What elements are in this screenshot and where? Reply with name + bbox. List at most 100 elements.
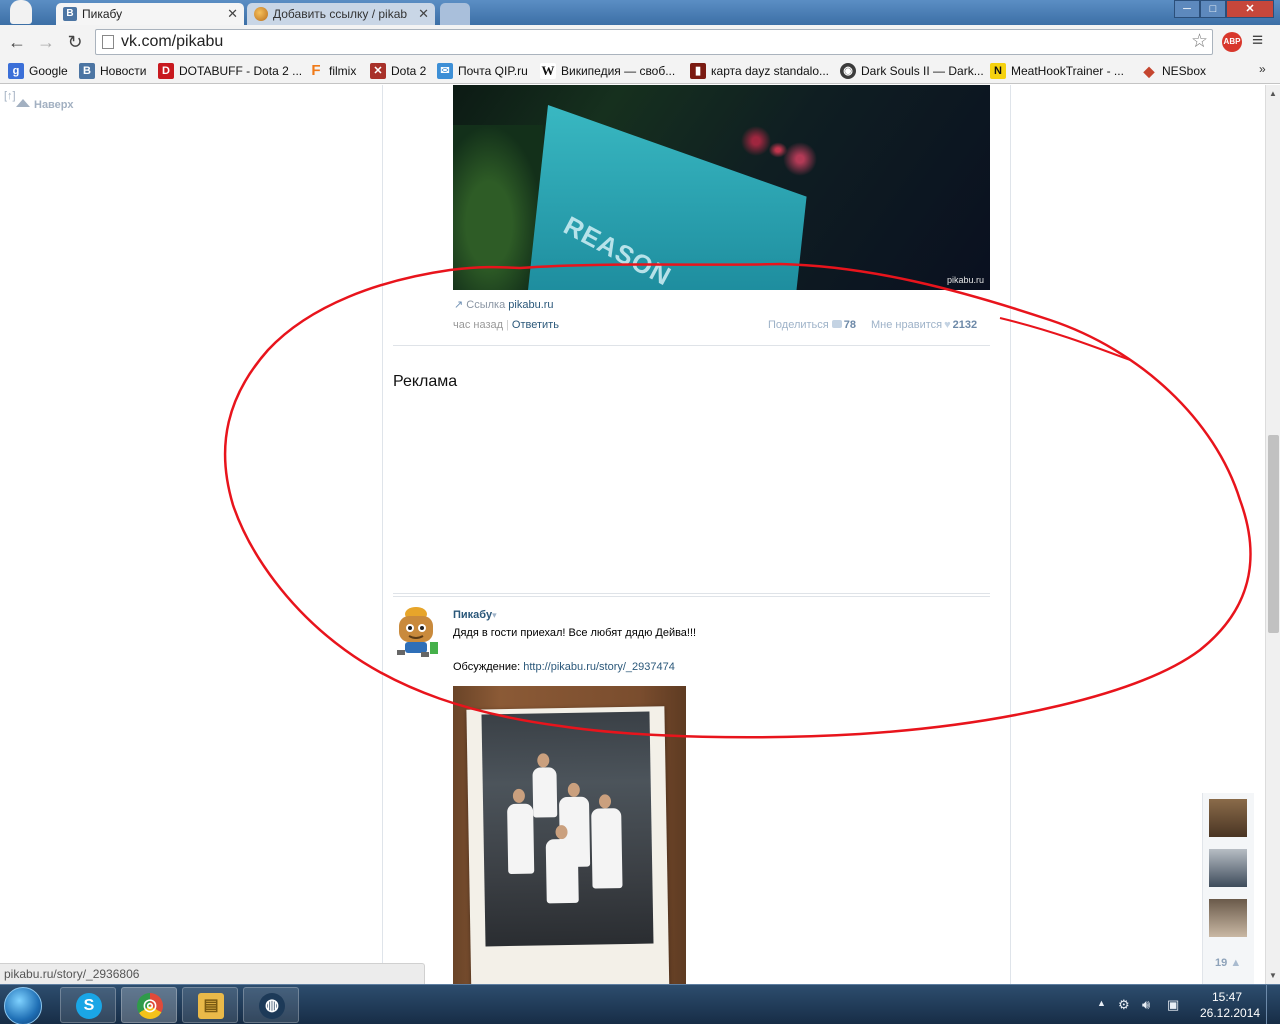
vertical-scrollbar[interactable]: ▲ ▼ — [1265, 85, 1280, 984]
tab-label: Пикабу — [82, 7, 123, 21]
bookmark-dotabuff[interactable]: D DOTABUFF - Dota 2 ... — [158, 62, 302, 80]
show-desktop-button[interactable] — [1266, 985, 1280, 1024]
close-window-button[interactable]: ✕ — [1226, 0, 1274, 18]
url-text[interactable]: vk.com/pikabu — [121, 33, 223, 51]
reload-icon[interactable]: ↻ — [63, 30, 87, 54]
scrollbar-thumb[interactable] — [1268, 435, 1279, 633]
chrome-menu-icon[interactable]: ≡ — [1252, 30, 1263, 52]
pikabu-icon — [254, 7, 268, 21]
bookmark-dota2[interactable]: ✕ Dota 2 — [370, 62, 426, 80]
forward-arrow-icon[interactable]: → — [34, 30, 58, 54]
person — [507, 803, 535, 875]
bookmark-meathook[interactable]: N MeatHookTrainer - ... — [990, 62, 1124, 80]
adblock-plus-icon[interactable]: ABP — [1222, 32, 1242, 52]
online-friends-panel: 19 ▲ — [1202, 793, 1254, 984]
post-photo[interactable]: REASON pikabu.ru — [453, 85, 990, 290]
bookmark-label: filmix — [329, 64, 357, 78]
discussion-link[interactable]: http://pikabu.ru/story/_2937474 — [523, 661, 675, 673]
bookmark-qip-mail[interactable]: ✉ Почта QIP.ru — [437, 62, 528, 80]
bookmark-dark-souls[interactable]: ◉ Dark Souls II — Dark... — [840, 62, 984, 80]
person-icon: ▲ — [1230, 957, 1242, 969]
like-button[interactable]: Мне нравится ♥ 2132 — [871, 319, 977, 331]
pikabu-avatar[interactable] — [391, 606, 441, 658]
like-count: 2132 — [952, 319, 978, 331]
bookmark-label: Dark Souls II — Dark... — [861, 64, 984, 78]
tab-label: Добавить ссылку / pikab — [273, 7, 408, 21]
clock-date[interactable]: 26.12.2014 — [1200, 1006, 1260, 1020]
scroll-top-bracket[interactable]: [↑] — [4, 90, 16, 102]
scroll-down-arrow-icon[interactable]: ▼ — [1269, 971, 1277, 980]
bookmarks-overflow-chevron-icon[interactable]: » — [1259, 62, 1266, 76]
clock-time[interactable]: 15:47 — [1212, 990, 1242, 1004]
browser-toolbar: ← → ↻ vk.com/pikabu ☆ ABP ≡ — [0, 25, 1280, 59]
link-arrow-icon: ↗ — [454, 299, 464, 311]
profile-avatar-icon[interactable] — [10, 0, 32, 24]
polaroid-photo — [466, 706, 670, 984]
nesbox-icon: ◆ — [1143, 63, 1155, 79]
like-label: Мне нравится — [871, 319, 943, 331]
heart-icon: ♥ — [944, 319, 951, 331]
windows-taskbar: S ◎ ▤ ◍ ▲ ⚙ 🔊︎ ▣ 15:47 26.12.2014 — [0, 984, 1280, 1024]
person-head — [567, 782, 580, 797]
vk-icon: В — [63, 7, 77, 21]
minimize-button[interactable]: ─ — [1174, 0, 1200, 18]
bookmark-filmix[interactable]: F filmix — [308, 62, 356, 80]
network-icon[interactable]: ▣ — [1167, 997, 1179, 1013]
dayz-icon: ▮ — [690, 63, 706, 79]
author-name[interactable]: Пикабу — [453, 609, 492, 621]
bookmark-wikipedia[interactable]: W Википедия — своб... — [540, 62, 675, 80]
dota-icon: ✕ — [370, 63, 386, 79]
windows-start-icon[interactable] — [4, 987, 42, 1024]
post-divider — [393, 596, 990, 597]
share-button[interactable]: Поделиться 78 — [768, 319, 856, 331]
friend-avatar[interactable] — [1209, 849, 1247, 887]
person — [591, 808, 623, 889]
bookmark-star-icon[interactable]: ☆ — [1191, 30, 1208, 53]
bookmark-dayz-map[interactable]: ▮ карта dayz standalo... — [690, 62, 829, 80]
post-time[interactable]: час назад — [453, 319, 503, 331]
skype-icon: S — [76, 993, 102, 1019]
friend-avatar[interactable] — [1209, 899, 1247, 937]
friend-avatar[interactable] — [1209, 799, 1247, 837]
person — [532, 767, 558, 818]
source-link[interactable]: pikabu.ru — [508, 299, 553, 311]
mail-icon: ✉ — [437, 63, 453, 79]
address-bar[interactable]: vk.com/pikabu ☆ — [95, 29, 1213, 55]
close-icon[interactable]: ✕ — [227, 3, 238, 25]
bookmark-nesbox[interactable]: ◆ NESbox — [1141, 62, 1206, 80]
online-count[interactable]: 19 ▲ — [1215, 957, 1241, 969]
chrome-icon: ◎ — [137, 993, 163, 1019]
scroll-up-arrow-icon[interactable]: ▲ — [1269, 89, 1277, 98]
chevron-down-icon[interactable]: ▾ — [492, 610, 497, 620]
column-divider — [1010, 85, 1011, 984]
post-photo[interactable] — [453, 686, 686, 984]
maximize-button[interactable]: □ — [1200, 0, 1226, 18]
discussion-label: Обсуждение: — [453, 661, 521, 673]
bookmark-label: Dota 2 — [391, 64, 427, 78]
bookmark-news[interactable]: В Новости — [79, 62, 146, 80]
post-author-link[interactable]: Пикабу▾ — [453, 609, 497, 621]
new-tab-button[interactable] — [440, 3, 470, 25]
megaphone-icon — [831, 320, 842, 328]
tray-expand-icon[interactable]: ▲ — [1097, 998, 1106, 1008]
column-divider — [382, 85, 383, 984]
taskbar-chrome[interactable]: ◎ — [121, 987, 177, 1023]
share-label: Поделиться — [768, 319, 829, 331]
reply-link[interactable]: Ответить — [512, 319, 559, 331]
close-icon[interactable]: ✕ — [418, 3, 429, 25]
taskbar-steam[interactable]: ◍ — [243, 987, 299, 1023]
post-source: ↗ Ссылка pikabu.ru — [454, 298, 554, 311]
bookmark-google[interactable]: g Google — [8, 62, 68, 80]
bookmark-label: карта dayz standalo... — [711, 64, 830, 78]
up-arrow-icon[interactable] — [16, 99, 30, 107]
scroll-to-top-link[interactable]: Наверх — [34, 99, 74, 111]
tab-add-link-pikabu[interactable]: Добавить ссылку / pikab ✕ — [247, 3, 435, 25]
bookmark-label: MeatHookTrainer - ... — [1011, 64, 1124, 78]
volume-icon[interactable]: 🔊︎ — [1142, 997, 1150, 1013]
back-arrow-icon[interactable]: ← — [5, 30, 29, 54]
taskbar-explorer[interactable]: ▤ — [182, 987, 238, 1023]
steam-tray-icon[interactable]: ⚙ — [1118, 997, 1130, 1013]
tab-pikabu-vk[interactable]: В Пикабу ✕ — [56, 3, 244, 25]
taskbar-skype[interactable]: S — [60, 987, 116, 1023]
google-icon: g — [8, 63, 24, 79]
